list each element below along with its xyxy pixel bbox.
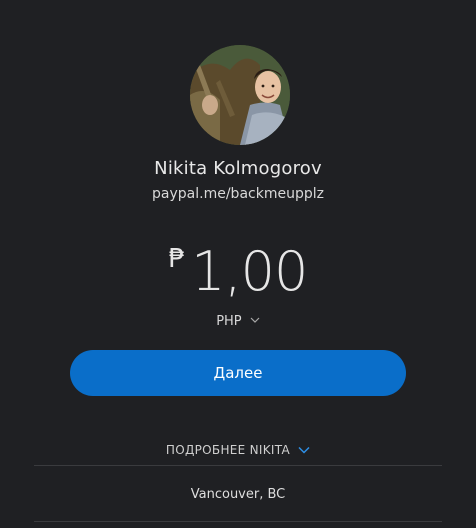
profile-name: Nikita Kolmogorov [154,158,322,179]
profile-link[interactable]: paypal.me/backmeupplz [0,186,476,202]
chevron-down-icon [250,313,260,328]
more-about-label: ПОДРОБНЕЕ NIKITA [165,443,290,457]
next-button[interactable]: Далее [70,350,406,396]
payment-page: Nikita Kolmogorov paypal.me/backmeupplz … [0,0,476,528]
chevron-down-icon [298,443,310,457]
currency-selector[interactable]: PHP [0,314,476,329]
profile-photo-icon [190,45,290,145]
divider [34,465,442,466]
currency-symbol: ₱ [168,244,186,274]
currency-code: PHP [216,314,242,329]
amount-display[interactable]: ₱ 1,00 [0,240,476,303]
divider [34,521,442,522]
amount-value: 1,00 [191,240,308,303]
location: Vancouver, BC [190,487,286,502]
avatar [190,45,290,145]
more-about-toggle[interactable]: ПОДРОБНЕЕ NIKITA [0,443,476,457]
